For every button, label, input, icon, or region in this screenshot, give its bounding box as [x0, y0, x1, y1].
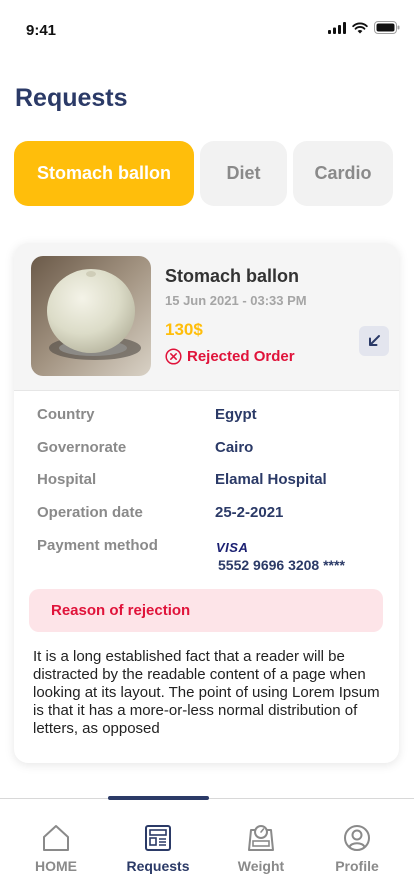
- rejected-icon: [165, 348, 182, 365]
- hospital-value: Elamal Hospital: [215, 471, 327, 488]
- active-tab-indicator: [108, 796, 209, 800]
- operation-date-label: Operation date: [37, 504, 143, 521]
- nav-label-home: HOME: [35, 858, 77, 874]
- arrow-down-left-icon: [369, 335, 380, 346]
- status-time: 9:41: [26, 22, 57, 39]
- operation-date-value: 25-2-2021: [215, 504, 284, 521]
- nav-label-requests: Requests: [126, 858, 190, 874]
- requests-icon: [145, 825, 171, 851]
- status-icons: [328, 21, 400, 34]
- status-bar: 9:41: [0, 0, 414, 60]
- visa-logo: VISA: [216, 540, 249, 555]
- page-title: Requests: [15, 84, 128, 112]
- wifi-icon: [352, 22, 368, 33]
- country-label: Country: [37, 406, 95, 423]
- request-card-header: Stomach ballon 15 Jun 2021 - 03:33 PM 13…: [14, 243, 399, 391]
- status-text: Rejected Order: [187, 348, 295, 365]
- signal-icon: [328, 21, 346, 34]
- nav-item-requests[interactable]: Requests: [113, 823, 203, 874]
- governorate-label: Governorate: [37, 439, 127, 456]
- status-badge: Rejected Order: [165, 348, 295, 365]
- rejection-reason-text: It is a long established fact that a rea…: [33, 648, 380, 737]
- product-image: [31, 256, 151, 376]
- collapse-button[interactable]: [359, 326, 389, 356]
- rejection-reason-title: Reason of rejection: [51, 602, 191, 619]
- card-number: 5552 9696 3208 ****: [218, 557, 345, 573]
- home-icon: [43, 825, 69, 851]
- payment-method-label: Payment method: [37, 537, 158, 554]
- battery-icon: [374, 21, 400, 34]
- nav-item-home[interactable]: HOME: [11, 823, 101, 874]
- country-value: Egypt: [215, 406, 257, 423]
- weight-scale-icon: [248, 825, 274, 851]
- hospital-label: Hospital: [37, 471, 97, 488]
- profile-icon: [344, 825, 370, 851]
- request-price: 130$: [165, 320, 203, 339]
- bottom-navigation: HOME Requests Weight Profile: [0, 796, 414, 896]
- nav-label-profile: Profile: [335, 858, 379, 874]
- request-date: 15 Jun 2021 - 03:33 PM: [165, 293, 307, 308]
- nav-item-weight[interactable]: Weight: [216, 823, 306, 874]
- tab-stomach-ballon[interactable]: Stomach ballon: [14, 141, 194, 206]
- tab-diet[interactable]: Diet: [200, 141, 287, 206]
- governorate-value: Cairo: [215, 439, 254, 456]
- rejection-reason-banner: Reason of rejection: [29, 589, 383, 632]
- nav-label-weight: Weight: [237, 858, 285, 874]
- tab-cardio[interactable]: Cardio: [293, 141, 393, 206]
- nav-item-profile[interactable]: Profile: [312, 823, 402, 874]
- request-title: Stomach ballon: [165, 266, 300, 286]
- request-card: Stomach ballon 15 Jun 2021 - 03:33 PM 13…: [14, 243, 399, 763]
- category-tabs: Stomach ballon Diet Cardio: [14, 141, 393, 206]
